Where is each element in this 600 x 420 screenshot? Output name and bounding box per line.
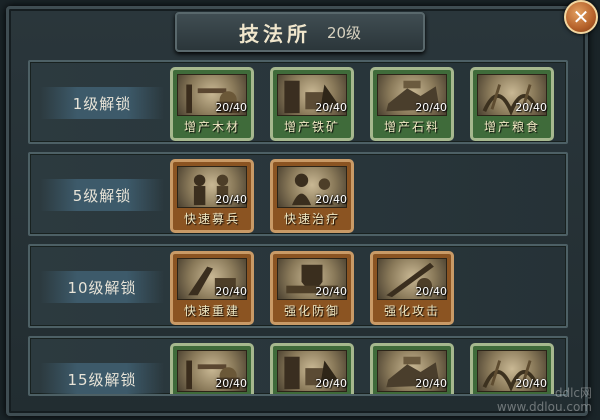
building-level: 20级 [326, 23, 362, 42]
watermark: ddlc网 www.ddlou.com [497, 386, 592, 414]
skill-progress-count: 20/40 [415, 285, 447, 298]
skill-card[interactable]: 20/40 增产粮食 [470, 67, 554, 141]
title-bar: 技法所 20级 [175, 12, 425, 52]
close-icon: ✕ [572, 5, 590, 29]
unlock-row: 15级解锁 20/40 20/40 20/40 20/40 [28, 336, 568, 396]
skill-card[interactable]: 20/40 快速募兵 [170, 159, 254, 233]
skill-progress-count: 20/40 [215, 285, 247, 298]
skill-progress-count: 20/40 [315, 285, 347, 298]
skill-name: 快速治疗 [283, 212, 340, 226]
skill-progress-count: 20/40 [215, 101, 247, 114]
skill-name: 增产木材 [183, 120, 240, 134]
skill-progress-count: 20/40 [315, 101, 347, 114]
skill-name: 强化防御 [283, 304, 340, 318]
skill-name: 强化攻击 [383, 304, 440, 318]
skill-progress-count: 20/40 [415, 101, 447, 114]
skill-name: 快速募兵 [183, 212, 240, 226]
skill-progress-count: 20/40 [315, 193, 347, 206]
skill-card[interactable]: 20/40 [270, 343, 354, 394]
skill-card[interactable]: 20/40 增产石料 [370, 67, 454, 141]
skill-card[interactable]: 20/40 [170, 343, 254, 394]
skill-card[interactable]: 20/40 快速治疗 [270, 159, 354, 233]
page-title: 技法所 [238, 21, 311, 46]
close-button[interactable]: ✕ [564, 0, 598, 34]
skill-progress-count: 20/40 [215, 377, 247, 390]
skill-progress-count: 20/40 [215, 193, 247, 206]
skill-card-list: 20/40 增产木材 20/40 增产铁矿 20/40 增产石料 20/40 增产粮食 [170, 67, 554, 141]
skill-progress-count: 20/40 [415, 377, 447, 390]
skill-card[interactable]: 20/40 增产木材 [170, 67, 254, 141]
unlock-row: 1级解锁 20/40 增产木材 20/40 增产铁矿 20/40 增产石料 20/40 增产粮食 [28, 60, 568, 144]
unlock-row: 10级解锁 20/40 快速重建 20/40 强化防御 20/40 强化攻击 [28, 244, 568, 328]
skill-card[interactable]: 20/40 增产铁矿 [270, 67, 354, 141]
unlock-level-label: 10级解锁 [40, 271, 164, 303]
unlock-level-label: 15级解锁 [40, 363, 164, 394]
unlock-row: 5级解锁 20/40 快速募兵 20/40 快速治疗 [28, 152, 568, 236]
watermark-line-1: ddlc网 [554, 386, 592, 400]
skill-card[interactable]: 20/40 快速重建 [170, 251, 254, 325]
skill-card[interactable]: 20/40 强化攻击 [370, 251, 454, 325]
skill-name: 增产粮食 [483, 120, 540, 134]
skill-card[interactable]: 20/40 [370, 343, 454, 394]
skill-name: 增产石料 [383, 120, 440, 134]
skill-progress-count: 20/40 [515, 101, 547, 114]
unlock-rows: 1级解锁 20/40 增产木材 20/40 增产铁矿 20/40 增产石料 20/40 增产粮食… [28, 60, 568, 404]
skill-progress-count: 20/40 [315, 377, 347, 390]
skill-card-list: 20/40 快速重建 20/40 强化防御 20/40 强化攻击 [170, 251, 454, 325]
skill-card[interactable]: 20/40 强化防御 [270, 251, 354, 325]
watermark-line-2: www.ddlou.com [496, 400, 592, 414]
skill-name: 快速重建 [183, 304, 240, 318]
skill-card-list: 20/40 快速募兵 20/40 快速治疗 [170, 159, 354, 233]
skill-name: 增产铁矿 [283, 120, 340, 134]
unlock-level-label: 5级解锁 [40, 179, 164, 211]
unlock-level-label: 1级解锁 [40, 87, 164, 119]
